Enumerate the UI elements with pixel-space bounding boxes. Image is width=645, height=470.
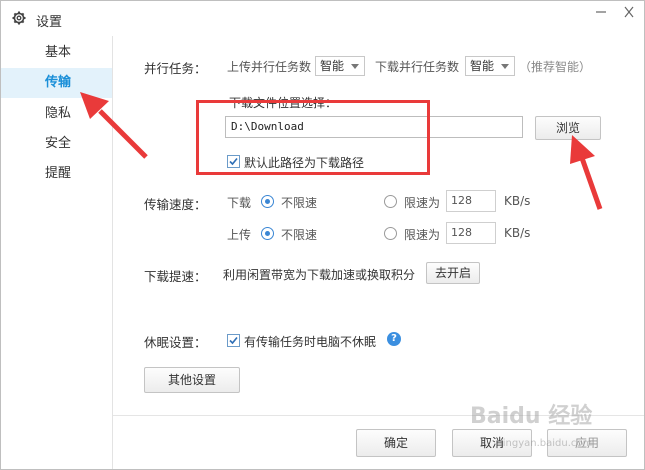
watermark-logo: Baidu 经验 [470, 404, 593, 429]
download-location-label: 下载文件位置选择： [229, 96, 338, 110]
prevent-sleep-checkbox[interactable] [227, 334, 240, 347]
default-path-checkbox[interactable] [227, 155, 240, 168]
minimize-icon[interactable] [593, 5, 609, 19]
upload-limit-radio[interactable] [384, 227, 397, 240]
upload-limit-unit: KB/s [504, 226, 531, 240]
download-limit-unit: KB/s [504, 194, 531, 208]
download-speed-label: 下载 [227, 196, 252, 210]
upload-parallel-value: 智能 [320, 59, 345, 73]
sleep-settings-label: 休眠设置： [144, 335, 207, 350]
checkmark-icon [229, 336, 238, 345]
upload-unlimited-label: 不限速 [281, 228, 318, 242]
download-boost-text: 利用闲置带宽为下载加速或换取积分 [223, 268, 416, 282]
sidebar-item-transfer[interactable]: 传输 [1, 68, 112, 98]
default-path-label: 默认此路径为下载路径 [244, 156, 365, 170]
gear-icon [12, 11, 26, 25]
upload-parallel-select[interactable]: 智能 [315, 56, 365, 76]
other-settings-button[interactable]: 其他设置 [144, 367, 240, 393]
download-unlimited-radio[interactable] [261, 195, 274, 208]
upload-speed-label: 上传 [227, 228, 252, 242]
download-limit-radio[interactable] [384, 195, 397, 208]
sidebar-item-basic[interactable]: 基本 [1, 38, 112, 68]
download-limit-label: 限速为 [404, 196, 441, 210]
upload-limit-input[interactable]: 128 [446, 222, 496, 244]
ok-button[interactable]: 确定 [356, 429, 436, 457]
chevron-down-icon [351, 64, 359, 69]
upload-unlimited-radio[interactable] [261, 227, 274, 240]
help-icon[interactable]: ? [387, 332, 401, 346]
download-path-input[interactable]: D:\Download [225, 116, 523, 138]
parallel-tasks-label: 并行任务： [144, 61, 207, 76]
download-parallel-select[interactable]: 智能 [465, 56, 515, 76]
window-title: 设置 [36, 15, 63, 30]
chevron-down-icon [501, 64, 509, 69]
checkmark-icon [229, 157, 238, 166]
sidebar-item-security[interactable]: 安全 [1, 129, 112, 159]
download-parallel-label: 下载并行任务数 [375, 60, 460, 74]
sidebar-item-reminder[interactable]: 提醒 [1, 159, 112, 189]
settings-sidebar: 基本 传输 隐私 安全 提醒 [1, 36, 113, 469]
download-parallel-value: 智能 [470, 59, 495, 73]
upload-limit-label: 限速为 [404, 228, 441, 242]
browse-button[interactable]: 浏览 [535, 116, 601, 140]
title-bar: 设置 [1, 1, 644, 36]
close-icon[interactable] [621, 5, 637, 19]
enable-boost-button[interactable]: 去开启 [426, 262, 480, 284]
download-limit-input[interactable]: 128 [446, 190, 496, 212]
sidebar-item-privacy[interactable]: 隐私 [1, 99, 112, 129]
recommend-hint: （推荐智能） [519, 60, 592, 74]
transfer-speed-label: 传输速度： [144, 197, 207, 212]
upload-parallel-label: 上传并行任务数 [227, 60, 312, 74]
download-boost-label: 下载提速： [144, 269, 207, 284]
prevent-sleep-label: 有传输任务时电脑不休眠 [244, 335, 377, 349]
download-unlimited-label: 不限速 [281, 196, 318, 210]
watermark-url: jingyan.baidu.com [500, 438, 593, 449]
